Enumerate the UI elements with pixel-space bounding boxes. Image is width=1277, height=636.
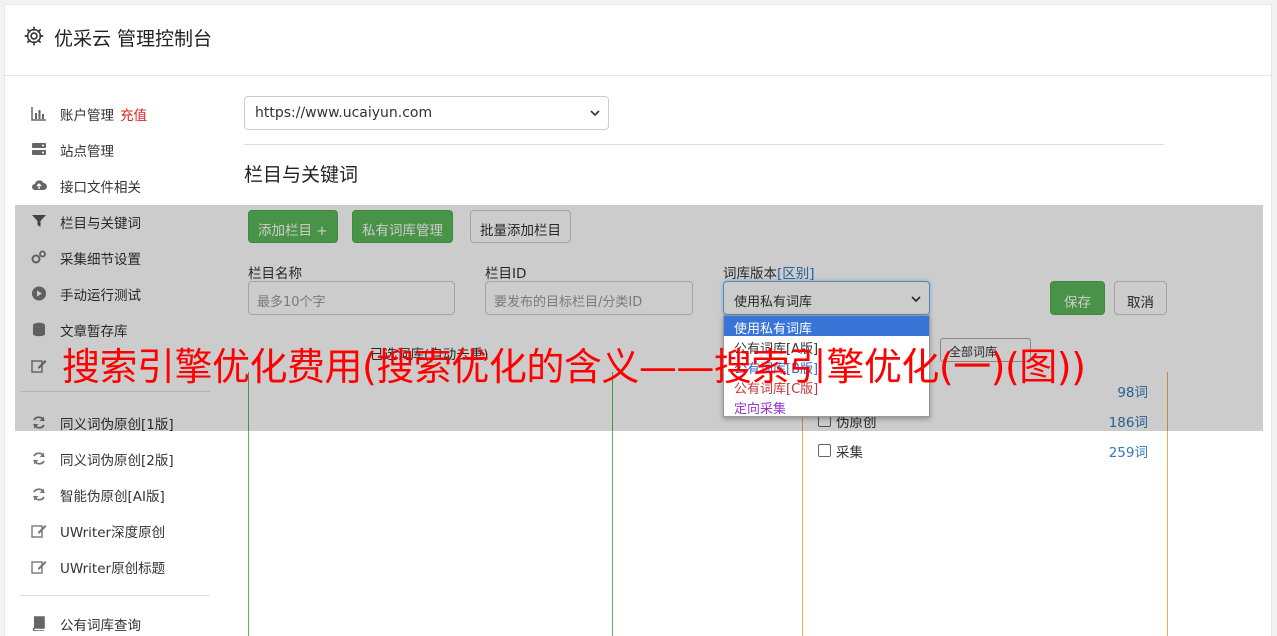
sidebar-item-uwriter-title[interactable]: UWriter原创标题 <box>20 551 209 581</box>
sidebar-item-label: 公有词库查询 <box>60 618 141 634</box>
sidebar-item-article-store[interactable]: 文章暂存库 <box>20 314 209 344</box>
sidebar-item-label: UWriter深度原创 <box>60 525 166 541</box>
bar-chart-icon <box>31 107 46 121</box>
filter-icon <box>32 215 46 227</box>
site-select[interactable]: https://www.ucaiyun.com <box>244 96 609 130</box>
recharge-link[interactable]: 充值 <box>120 108 147 124</box>
edit-icon <box>31 561 47 574</box>
sidebar-item-label: UWriter原创标题 <box>60 561 166 577</box>
lib-checkbox[interactable] <box>818 444 831 457</box>
dropdown-option[interactable]: 定向采集 <box>724 396 929 417</box>
server-icon <box>32 143 46 155</box>
lib-version-select[interactable]: 使用私有词库 <box>723 281 930 315</box>
lib-version-label: 词库版本[区别] <box>723 266 815 282</box>
section-title: 栏目与关键词 <box>244 164 359 186</box>
difference-link[interactable]: [区别] <box>777 266 815 282</box>
lib-count: 186词 <box>1108 415 1148 431</box>
chevron-down-icon <box>590 110 600 117</box>
play-circle-icon <box>32 286 46 301</box>
column-name-label: 栏目名称 <box>248 266 302 282</box>
site-select-value: https://www.ucaiyun.com <box>255 105 433 121</box>
edit-icon <box>31 525 47 538</box>
cloud-upload-icon <box>32 180 47 190</box>
sidebar-item-label: 接口文件相关 <box>60 180 141 196</box>
batch-add-button[interactable]: 批量添加栏目 <box>470 210 571 243</box>
page-title: 优采云 管理控制台 <box>54 28 213 50</box>
sidebar-item-label: 账户管理 充值 <box>60 108 147 124</box>
sidebar-item-collect-settings[interactable]: 采集细节设置 <box>20 242 209 272</box>
cancel-button[interactable]: 取消 <box>1114 281 1167 315</box>
edit-icon <box>31 360 47 373</box>
cogs-icon <box>31 250 46 264</box>
sidebar-item-label: 栏目与关键词 <box>60 216 141 232</box>
sidebar-item-synonym-v2[interactable]: 同义词伪原创[2版] <box>20 443 209 473</box>
article-headline: 搜索引擎优化费用(搜索优化的含义——搜索引擎优化(一)(图)) <box>62 345 1086 389</box>
sidebar-item-api-files[interactable]: 接口文件相关 <box>20 170 209 200</box>
book-icon <box>32 616 45 631</box>
divider <box>244 144 1164 145</box>
sidebar-item-uwriter-deep[interactable]: UWriter深度原创 <box>20 515 209 545</box>
sidebar-item-synonym-v1[interactable]: 同义词伪原创[1版] <box>20 407 209 437</box>
save-button[interactable]: 保存 <box>1050 281 1105 315</box>
column-name-input[interactable]: 最多10个字 <box>248 281 455 315</box>
column-id-label: 栏目ID <box>485 266 527 282</box>
lib-name: 采集 <box>836 445 863 461</box>
sidebar-item-label: 采集细节设置 <box>60 252 141 268</box>
lib-row[interactable]: 采集 259词 <box>818 441 1148 461</box>
sidebar-item-manual-run[interactable]: 手动运行测试 <box>20 278 209 308</box>
selected-lib-panel <box>248 372 613 636</box>
dropdown-option[interactable]: 使用私有词库 <box>724 316 929 337</box>
refresh-icon <box>33 452 45 465</box>
sidebar-item-public-lib-query[interactable]: 公有词库查询 <box>20 608 209 636</box>
lib-count: 259词 <box>1108 445 1148 461</box>
add-column-button[interactable]: 添加栏目 + <box>248 210 338 243</box>
private-lib-button[interactable]: 私有词库管理 <box>352 210 453 243</box>
sidebar-item-sites[interactable]: 站点管理 <box>20 134 209 164</box>
sidebar-item-label: 同义词伪原创[2版] <box>60 453 174 469</box>
chevron-down-icon <box>911 296 921 303</box>
gear-icon <box>24 26 44 46</box>
refresh-icon <box>33 416 45 429</box>
database-icon <box>33 322 45 337</box>
column-id-input[interactable]: 要发布的目标栏目/分类ID <box>485 281 693 315</box>
sidebar-divider <box>20 595 210 596</box>
lib-version-value: 使用私有词库 <box>734 295 813 310</box>
page-header: 优采云 管理控制台 <box>5 5 1271 76</box>
refresh-icon <box>33 488 45 501</box>
sidebar-item-ai-rewrite[interactable]: 智能伪原创[AI版] <box>20 479 209 509</box>
sidebar-item-label: 手动运行测试 <box>60 288 141 304</box>
sidebar-item-columns-keywords[interactable]: 栏目与关键词 <box>20 206 209 236</box>
sidebar-item-label: 同义词伪原创[1版] <box>60 417 174 433</box>
sidebar-item-label: 文章暂存库 <box>60 324 128 340</box>
sidebar-item-label: 站点管理 <box>60 144 114 160</box>
sidebar-item-label: 智能伪原创[AI版] <box>60 489 165 505</box>
sidebar-item-account[interactable]: 账户管理 充值 <box>20 98 209 128</box>
